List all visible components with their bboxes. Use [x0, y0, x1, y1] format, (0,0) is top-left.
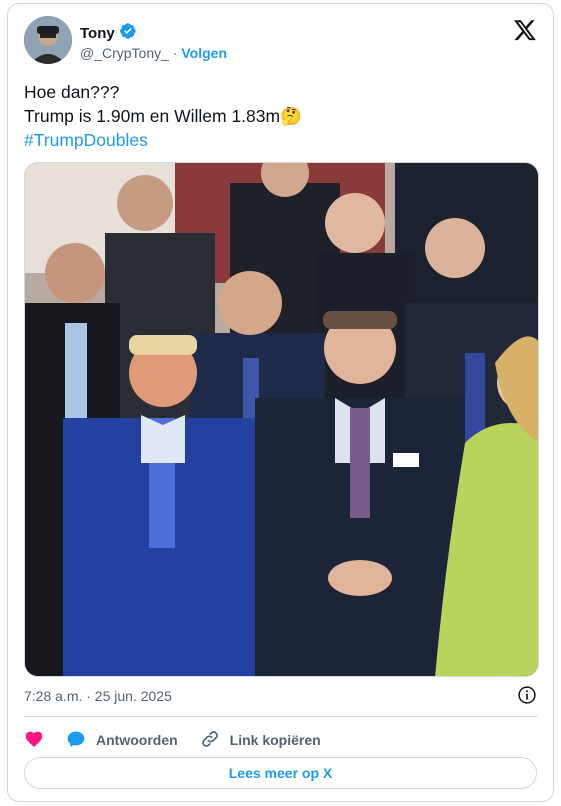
hashtag-link[interactable]: #TrumpDoubles [24, 128, 539, 152]
author-name-row: Tony [80, 22, 137, 45]
heart-icon [24, 729, 44, 752]
x-logo-icon[interactable] [513, 18, 537, 42]
tweet-photo[interactable] [24, 162, 539, 677]
copy-link-label: Link kopiëren [229, 732, 321, 748]
tweet-card: Tony @_CrypTony_ · Volgen Hoe dan??? Tru… [7, 3, 554, 802]
separator: · [172, 45, 178, 61]
author-name[interactable]: Tony [80, 25, 115, 42]
like-button[interactable] [24, 726, 44, 754]
thinking-face-emoji: 🤔 [280, 106, 302, 126]
follow-button[interactable]: Volgen [181, 45, 227, 61]
avatar[interactable] [24, 16, 72, 64]
reply-bubble-icon [66, 729, 86, 752]
tweet-line-2-text: Trump is 1.90m en Willem 1.83m [24, 106, 281, 126]
tweet-timestamp[interactable]: 7:28 a.m. · 25 jun. 2025 [24, 688, 172, 704]
tweet-line-1: Hoe dan??? [24, 82, 120, 102]
reply-button[interactable]: Antwoorden [66, 726, 178, 754]
link-icon [200, 729, 220, 752]
info-icon[interactable] [517, 685, 537, 705]
author-handle[interactable]: @_CrypTony_ [80, 45, 169, 61]
divider [24, 716, 537, 717]
author-handle-row: @_CrypTony_ · Volgen [80, 45, 227, 61]
verified-badge-icon [119, 22, 137, 45]
read-more-on-x-button[interactable]: Lees meer op X [24, 757, 537, 789]
tweet-line-2: Trump is 1.90m en Willem 1.83m🤔 [24, 104, 539, 128]
tweet-actions: Antwoorden Link kopiëren [24, 726, 343, 754]
copy-link-button[interactable]: Link kopiëren [200, 726, 321, 754]
tweet-text: Hoe dan??? Trump is 1.90m en Willem 1.83… [24, 80, 539, 152]
reply-label: Antwoorden [96, 732, 178, 748]
